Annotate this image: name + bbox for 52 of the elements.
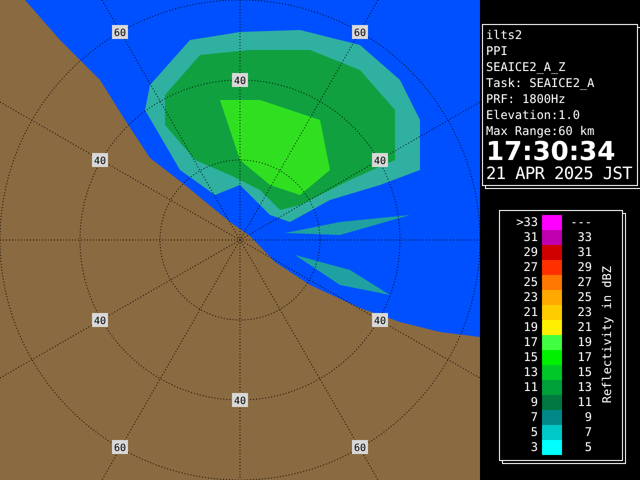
- legend-high-value: 25: [576, 290, 592, 305]
- legend-high-value: ---: [569, 215, 592, 230]
- date-text: 21 APR 2025 JST: [486, 165, 634, 184]
- range-label: 40: [92, 313, 108, 327]
- info-text: SEAICE2_A_Z: [486, 59, 566, 75]
- legend-low-value: 31: [522, 230, 538, 245]
- legend-low-value: 7: [530, 410, 538, 425]
- range-label: 60: [352, 25, 368, 39]
- range-label: 40: [232, 73, 248, 87]
- legend-low-value: 19: [522, 320, 538, 335]
- info-text: Max Range:60 km: [486, 123, 596, 139]
- legend-low-value: 13: [522, 365, 538, 380]
- legend-low-value: >33: [515, 215, 538, 230]
- legend-high-value: 29: [576, 260, 592, 275]
- info-text: ilts2: [486, 27, 524, 43]
- range-label: 40: [372, 313, 388, 327]
- legend-high-value: 11: [576, 395, 592, 410]
- legend-low-value: 3: [530, 440, 538, 455]
- legend-high-value: 5: [584, 440, 592, 455]
- range-label: 60: [352, 440, 368, 454]
- legend-high-value: 19: [576, 335, 592, 350]
- range-label: 60: [112, 25, 128, 39]
- info-text: Elevation:1.0: [486, 107, 581, 123]
- legend-low-value: 29: [522, 245, 538, 260]
- legend-low-value: 5: [530, 425, 538, 440]
- range-label: 40: [372, 153, 388, 167]
- legend-low-value: 9: [530, 395, 538, 410]
- legend-low-value: 15: [522, 350, 538, 365]
- legend-high-value: 13: [576, 380, 592, 395]
- legend-low-value: 27: [522, 260, 538, 275]
- info-text: PPI: [486, 43, 509, 59]
- legend-low-value: 21: [522, 305, 538, 320]
- legend-low-value: 23: [522, 290, 538, 305]
- legend-low-value: 25: [522, 275, 538, 290]
- legend-title: Reflectivity in dBZ: [600, 266, 614, 404]
- legend-high-value: 27: [576, 275, 592, 290]
- legend-low-value: 11: [522, 380, 538, 395]
- range-label: 40: [92, 153, 108, 167]
- range-label: 60: [112, 440, 128, 454]
- legend-high-value: 7: [584, 425, 592, 440]
- legend-high-value: 23: [576, 305, 592, 320]
- legend-high-value: 15: [576, 365, 592, 380]
- info-text: PRF: 1800Hz: [486, 91, 566, 107]
- legend-high-value: 33: [576, 230, 592, 245]
- legend-low-value: 17: [522, 335, 538, 350]
- legend-high-value: 31: [576, 245, 592, 260]
- legend-high-value: 21: [576, 320, 592, 335]
- range-label: 40: [232, 393, 248, 407]
- legend-high-value: 17: [576, 350, 592, 365]
- legend-high-value: 9: [584, 410, 592, 425]
- info-text: Task: SEAICE2_A: [486, 75, 596, 91]
- time-text: 17:30:34: [486, 139, 616, 165]
